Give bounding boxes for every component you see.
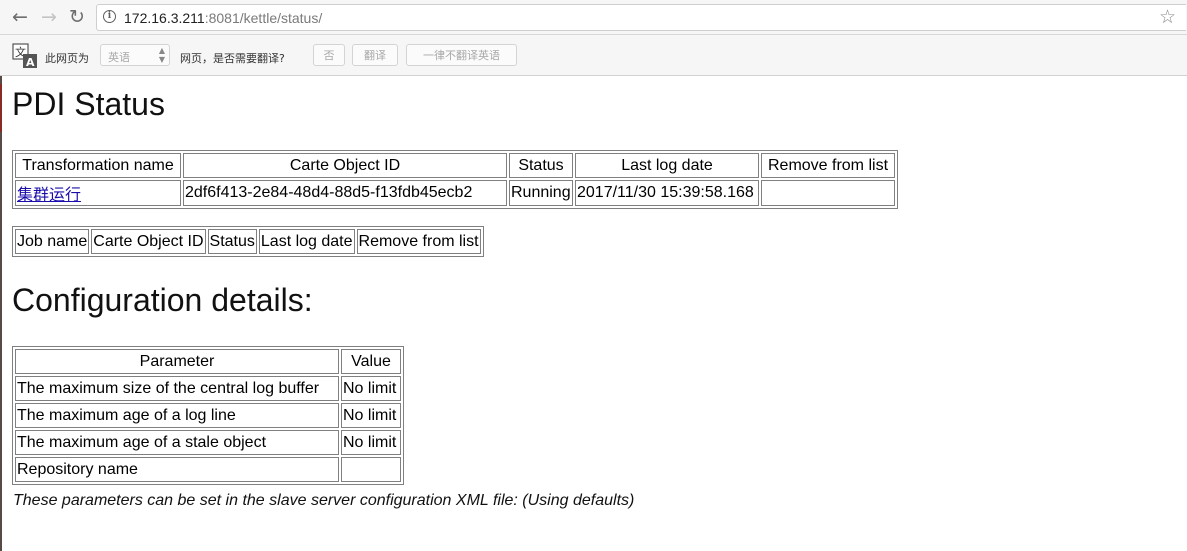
back-arrow-icon[interactable]: ← — [8, 5, 32, 29]
transformation-name-cell: 集群运行 — [15, 180, 181, 206]
page-title: PDI Status — [12, 86, 165, 122]
column-header: Value — [341, 349, 401, 374]
translate-bar: 文 A — [0, 35, 1187, 76]
translate-icon: 文 A — [12, 43, 37, 69]
value-cell — [341, 457, 401, 482]
no-translate-button[interactable]: 否 — [313, 44, 345, 66]
translate-question-label: 网页，是否需要翻译? — [180, 52, 285, 65]
column-header: Last log date — [258, 229, 355, 254]
table-row: The maximum age of a log line No limit — [15, 403, 401, 428]
value-cell: No limit — [341, 430, 401, 455]
jobs-table: Job name Carte Object ID Status Last log… — [12, 226, 484, 257]
column-header: Last log date — [575, 153, 759, 178]
column-header: Carte Object ID — [183, 153, 507, 178]
last-log-date-cell: 2017/11/30 15:39:58.168 — [575, 180, 759, 206]
column-header: Remove from list — [356, 229, 481, 254]
transformation-link[interactable]: 集群运行 — [17, 187, 81, 204]
table-header-row: Transformation name Carte Object ID Stat… — [15, 153, 895, 178]
translate-prefix-label: 此网页为 — [45, 52, 89, 65]
column-header: Transformation name — [15, 153, 181, 178]
config-note: These parameters can be set in the slave… — [13, 492, 635, 509]
column-header: Carte Object ID — [91, 229, 206, 254]
column-header: Parameter — [15, 349, 339, 374]
remove-from-list-cell[interactable] — [761, 180, 895, 206]
configuration-table: Parameter Value The maximum size of the … — [12, 346, 404, 485]
info-icon[interactable]: i — [103, 10, 116, 23]
table-header-row: Parameter Value — [15, 349, 401, 374]
value-cell: No limit — [341, 376, 401, 401]
transformations-table: Transformation name Carte Object ID Stat… — [12, 150, 898, 209]
browser-toolbar: ← → ↻ i 172.16.3.211:8081/kettle/status/… — [0, 0, 1187, 35]
parameter-cell: The maximum size of the central log buff… — [15, 376, 339, 401]
translate-button[interactable]: 翻译 — [352, 44, 398, 66]
bookmark-star-icon[interactable]: ☆ — [1159, 6, 1176, 28]
url-host: 172.16.3.211 — [124, 10, 205, 26]
value-cell: No limit — [341, 403, 401, 428]
never-translate-button[interactable]: 一律不翻译英语 — [406, 44, 517, 66]
window-edge — [0, 0, 2, 551]
table-header-row: Job name Carte Object ID Status Last log… — [15, 229, 481, 254]
table-row: The maximum size of the central log buff… — [15, 376, 401, 401]
column-header: Remove from list — [761, 153, 895, 178]
url-path: :8081/kettle/status/ — [204, 10, 323, 26]
select-arrows-icon: ▲ ▼ — [158, 46, 165, 64]
column-header: Status — [207, 229, 257, 254]
config-title: Configuration details: — [12, 282, 313, 318]
parameter-cell: Repository name — [15, 457, 339, 482]
status-cell: Running — [509, 180, 573, 206]
table-row: The maximum age of a stale object No lim… — [15, 430, 401, 455]
parameter-cell: The maximum age of a log line — [15, 403, 339, 428]
column-header: Status — [509, 153, 573, 178]
column-header: Job name — [15, 229, 90, 254]
reload-icon[interactable]: ↻ — [65, 5, 89, 29]
svg-text:A: A — [26, 56, 35, 69]
table-row: 集群运行 2df6f413-2e84-48d4-88d5-f13fdb45ecb… — [15, 180, 895, 206]
url-text[interactable]: 172.16.3.211:8081/kettle/status/ — [124, 10, 322, 26]
language-select[interactable]: 英语 ▲ ▼ — [100, 44, 170, 66]
language-select-value: 英语 — [108, 51, 130, 64]
table-row: Repository name — [15, 457, 401, 482]
address-bar[interactable]: i 172.16.3.211:8081/kettle/status/ ☆ — [96, 4, 1186, 31]
parameter-cell: The maximum age of a stale object — [15, 430, 339, 455]
forward-arrow-icon[interactable]: → — [37, 5, 61, 29]
carte-object-id-cell: 2df6f413-2e84-48d4-88d5-f13fdb45ecb2 — [183, 180, 507, 206]
